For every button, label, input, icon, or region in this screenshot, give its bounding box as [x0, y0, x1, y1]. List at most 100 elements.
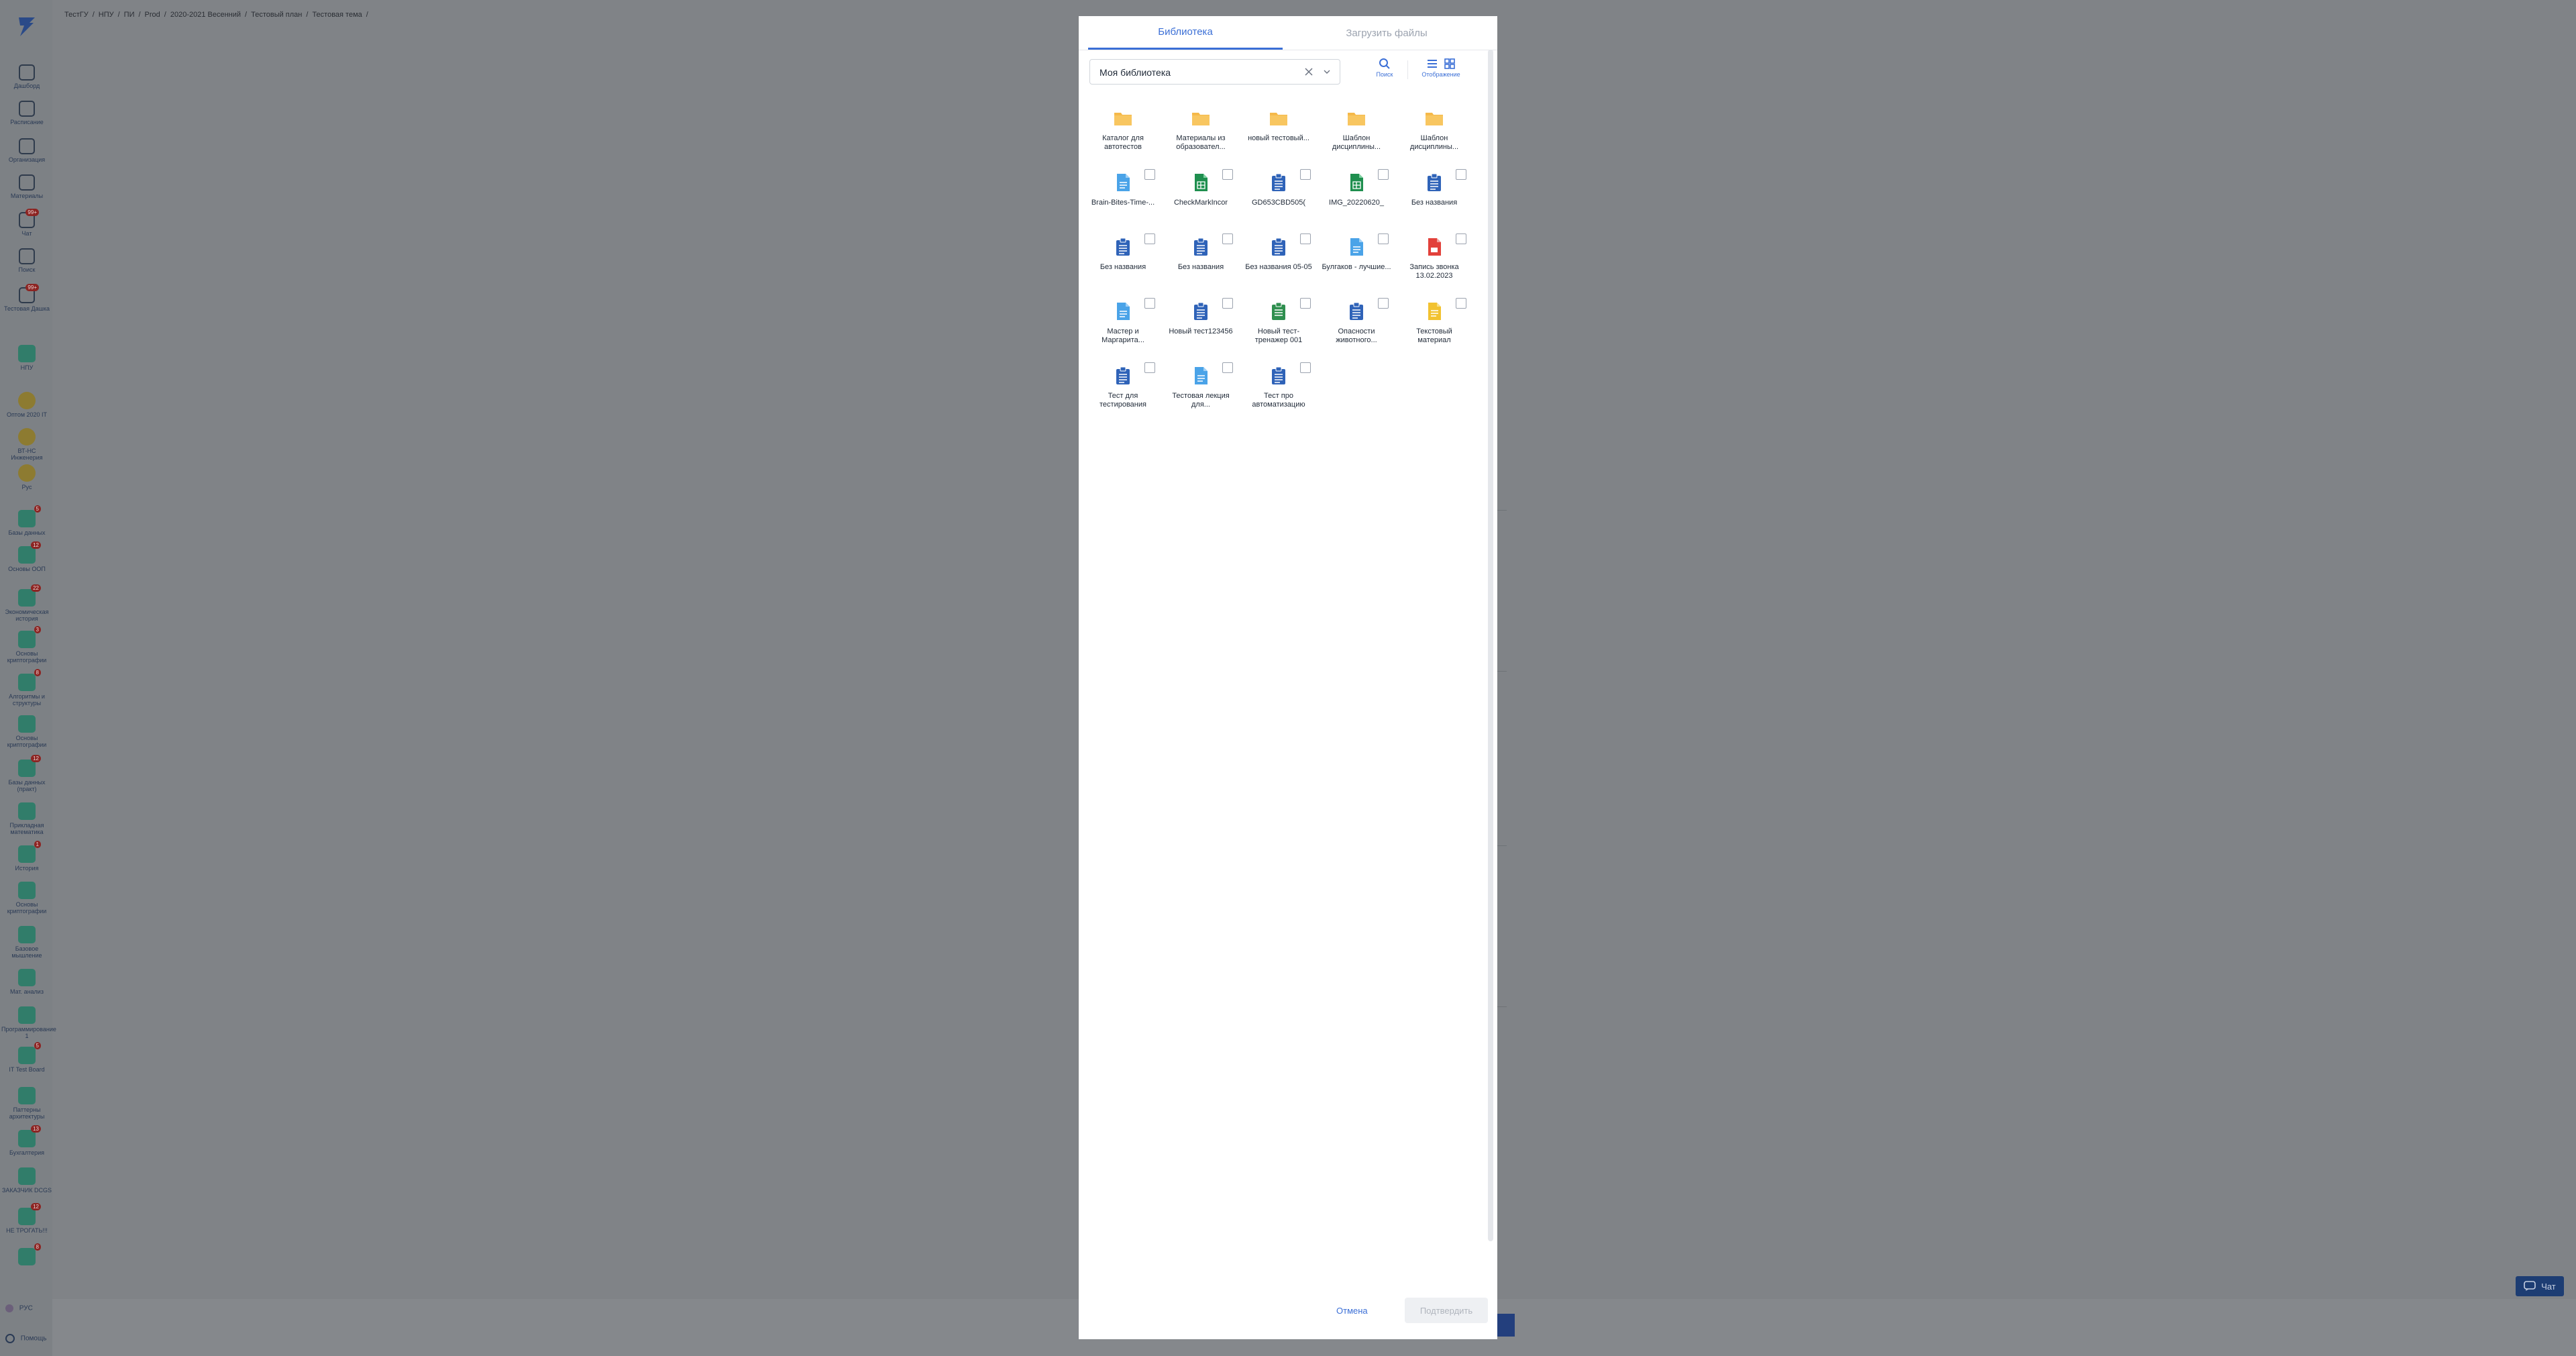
- file-item[interactable]: GD653CBD505(: [1244, 168, 1322, 228]
- tab-library[interactable]: Библиотека: [1088, 16, 1283, 50]
- breadcrumb-item[interactable]: Prod: [145, 11, 160, 19]
- item-name: Каталог для автотестов: [1102, 134, 1144, 151]
- folder-item[interactable]: Каталог для автотестов: [1088, 103, 1166, 164]
- file-item[interactable]: Тест про автоматизацию: [1244, 361, 1322, 421]
- select-checkbox[interactable]: [1144, 169, 1155, 180]
- sidebar-item[interactable]: Оптом 2020 IT: [1, 392, 52, 418]
- breadcrumb-item[interactable]: Тестовый план: [251, 11, 302, 19]
- select-checkbox[interactable]: [1222, 169, 1233, 180]
- sidebar-item-label: НПУ: [20, 364, 34, 371]
- breadcrumb-item[interactable]: ПИ: [124, 11, 135, 19]
- sidebar-item[interactable]: Мат. анализ: [1, 969, 52, 995]
- file-item[interactable]: Опасности животного...: [1322, 297, 1399, 357]
- file-item[interactable]: Без названия: [1166, 232, 1244, 293]
- sidebar-item[interactable]: Программирование 1: [1, 1006, 56, 1039]
- folder-item[interactable]: Шаблон дисциплины...: [1399, 103, 1477, 164]
- file-item[interactable]: Новый тест123456: [1166, 297, 1244, 357]
- file-item[interactable]: CheckMarkIncor: [1166, 168, 1244, 228]
- sidebar-item[interactable]: 5 Базы данных: [1, 505, 52, 536]
- breadcrumb-item[interactable]: ТестГУ: [64, 11, 89, 19]
- select-checkbox[interactable]: [1222, 233, 1233, 244]
- folder-item[interactable]: Материалы из образовател...: [1166, 103, 1244, 164]
- file-item[interactable]: Без названия: [1399, 168, 1477, 228]
- file-item[interactable]: IMG_20220620_: [1322, 168, 1399, 228]
- sidebar-item[interactable]: 5 IT Test Board: [1, 1042, 52, 1073]
- sidebar-item[interactable]: ВТ-НС Инженерия: [1, 428, 52, 461]
- sidebar-item[interactable]: Прикладная математика: [1, 802, 52, 835]
- list-view-icon[interactable]: [1426, 58, 1438, 70]
- folder-item[interactable]: новый тестовый...: [1244, 103, 1322, 164]
- select-checkbox[interactable]: [1144, 233, 1155, 244]
- sidebar-item[interactable]: Организация: [1, 138, 52, 163]
- sidebar-item[interactable]: 3 Основы криптографии: [1, 626, 52, 664]
- file-item[interactable]: Тест для тестирования: [1088, 361, 1166, 421]
- sidebar-item[interactable]: Дашборд: [1, 64, 52, 89]
- select-checkbox[interactable]: [1378, 298, 1389, 309]
- sidebar-item[interactable]: Материалы: [1, 174, 52, 199]
- select-checkbox[interactable]: [1144, 298, 1155, 309]
- scrollbar[interactable]: [1488, 50, 1493, 1241]
- grid-view-icon[interactable]: [1444, 58, 1456, 70]
- sidebar-item[interactable]: 1 История: [1, 841, 52, 872]
- sidebar-item[interactable]: НПУ: [1, 345, 52, 371]
- breadcrumb-item[interactable]: 2020-2021 Весенний: [170, 11, 241, 19]
- sidebar-item[interactable]: 12 Базы данных (практ): [1, 755, 52, 792]
- sidebar-item[interactable]: 8: [1, 1243, 52, 1267]
- library-select[interactable]: Моя библиотека: [1089, 59, 1340, 85]
- course-icon: [18, 969, 36, 986]
- select-checkbox[interactable]: [1222, 298, 1233, 309]
- course-icon: [18, 1167, 36, 1185]
- sidebar-item[interactable]: 13 Бухгалтерия: [1, 1125, 52, 1156]
- notification-badge: 8: [34, 1243, 41, 1251]
- breadcrumb-item[interactable]: Тестовая тема: [312, 11, 362, 19]
- sidebar-item[interactable]: Базовое мышление: [1, 926, 52, 959]
- select-checkbox[interactable]: [1300, 169, 1311, 180]
- clear-icon[interactable]: [1303, 66, 1314, 77]
- chat-button[interactable]: Чат: [2516, 1276, 2564, 1296]
- folder-item[interactable]: Шаблон дисциплины...: [1322, 103, 1399, 164]
- sidebar-item[interactable]: 99+ Чат: [1, 209, 52, 237]
- chevron-down-icon[interactable]: [1324, 69, 1330, 74]
- sidebar-item[interactable]: Расписание: [1, 101, 52, 125]
- select-checkbox[interactable]: [1300, 362, 1311, 373]
- select-checkbox[interactable]: [1378, 169, 1389, 180]
- tab-upload-files[interactable]: Загрузить файлы: [1289, 16, 1484, 50]
- file-item[interactable]: Булгаков - лучшие...: [1322, 232, 1399, 293]
- sidebar-item[interactable]: 99+ Тестовая Дашка: [1, 284, 52, 312]
- file-item[interactable]: Без названия: [1088, 232, 1166, 293]
- sidebar-item[interactable]: Основы криптографии: [1, 882, 52, 915]
- select-checkbox[interactable]: [1300, 233, 1311, 244]
- file-item[interactable]: Новый тест-тренажер 001: [1244, 297, 1322, 357]
- sidebar-item[interactable]: Поиск: [1, 248, 52, 273]
- select-checkbox[interactable]: [1300, 298, 1311, 309]
- search-icon: [1379, 58, 1390, 69]
- file-item[interactable]: Запись звонка 13.02.2023: [1399, 232, 1477, 293]
- sidebar-item[interactable]: 22 Экономическая история: [1, 584, 52, 622]
- sidebar-item[interactable]: Паттерны архитектуры: [1, 1087, 52, 1120]
- cancel-button[interactable]: Отмена: [1336, 1306, 1368, 1316]
- view-toggle[interactable]: Отображение: [1414, 58, 1468, 78]
- select-checkbox[interactable]: [1378, 233, 1389, 244]
- sidebar-item[interactable]: 12 Основы ООП: [1, 541, 52, 572]
- file-item[interactable]: Мастер и Маргарита...: [1088, 297, 1166, 357]
- file-item[interactable]: Brain-Bites-Time-...: [1088, 168, 1166, 228]
- file-item[interactable]: Без названия 05-05: [1244, 232, 1322, 293]
- sidebar-item[interactable]: 12 НЕ ТРОГАТЬ!!!: [1, 1203, 52, 1234]
- help-link[interactable]: Помощь: [5, 1334, 46, 1343]
- sidebar-item[interactable]: Основы криптографии: [1, 715, 52, 748]
- breadcrumb-item[interactable]: НПУ: [99, 11, 114, 19]
- file-item[interactable]: Текстовый материал: [1399, 297, 1477, 357]
- sidebar-item[interactable]: ЗАКАЗЧИК DCGS: [1, 1167, 52, 1194]
- search-button[interactable]: Поиск: [1371, 58, 1398, 78]
- sidebar-item[interactable]: Рус: [1, 464, 52, 490]
- sidebar-item[interactable]: 8 Алгоритмы и структуры: [1, 669, 52, 707]
- select-checkbox[interactable]: [1144, 362, 1155, 373]
- select-checkbox[interactable]: [1456, 169, 1466, 180]
- select-checkbox[interactable]: [1222, 362, 1233, 373]
- select-checkbox[interactable]: [1456, 298, 1466, 309]
- select-checkbox[interactable]: [1456, 233, 1466, 244]
- language-switch[interactable]: РУС: [5, 1304, 33, 1312]
- app-logo[interactable]: [15, 15, 39, 39]
- confirm-button[interactable]: Подтвердить: [1405, 1298, 1488, 1323]
- file-item[interactable]: Тестовая лекция для...: [1166, 361, 1244, 421]
